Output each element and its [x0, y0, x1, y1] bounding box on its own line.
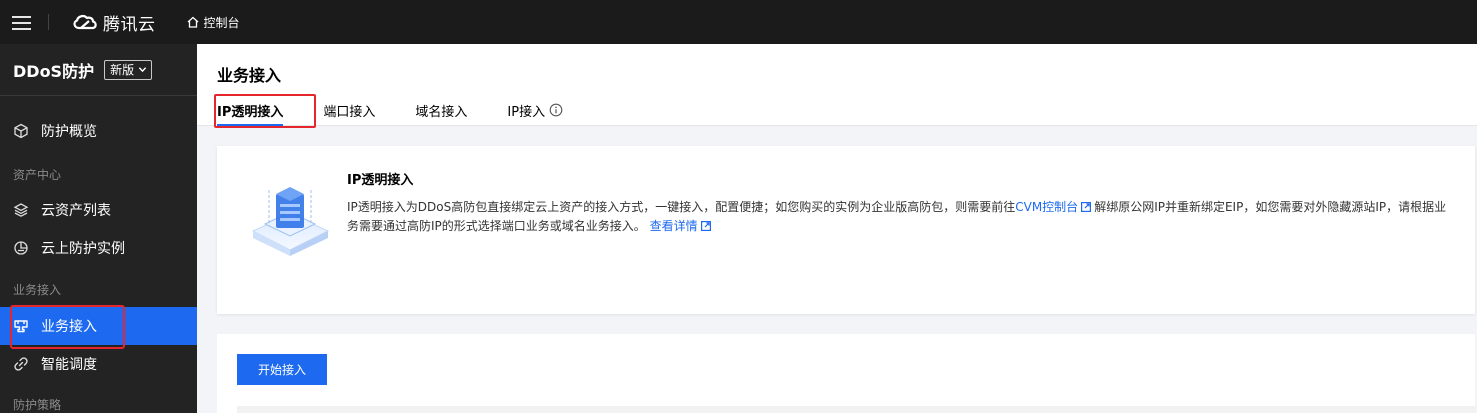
info-icon[interactable] — [549, 103, 563, 117]
plug-icon — [13, 318, 29, 334]
tab-label: IP接入 — [507, 104, 546, 120]
sidebar-item-label: 云资产列表 — [41, 203, 111, 219]
sidebar-header: DDoS防护 新版 — [0, 44, 197, 96]
shield-cloud-icon — [13, 240, 29, 256]
table-header-strip — [237, 406, 1475, 413]
sidebar: DDoS防护 新版 防护概览 资产中心 云资产列表 云上防护实例 业务接入 业务… — [0, 44, 197, 413]
server-illustration-icon — [251, 187, 330, 256]
version-label: 新版 — [110, 63, 135, 77]
sidebar-item-label: 云上防护实例 — [41, 241, 125, 257]
cube-icon — [13, 123, 29, 139]
external-link-icon[interactable] — [1081, 202, 1092, 212]
start-access-button[interactable]: 开始接入 — [237, 354, 327, 385]
tab-label: 域名接入 — [415, 104, 468, 120]
tab-port-access[interactable]: 端口接入 — [323, 94, 375, 126]
link-icon — [13, 356, 29, 372]
tab-bar: IP透明接入 端口接入 域名接入 IP接入 — [217, 94, 603, 126]
sidebar-item-label: 防护概览 — [41, 124, 97, 140]
intro-card: IP透明接入 IP透明接入为DDoS高防包直接绑定云上资产的接入方式，一键接入，… — [217, 146, 1475, 314]
logo[interactable]: 腾讯云 — [71, 10, 156, 35]
tab-ip-transparent[interactable]: IP透明接入 — [217, 94, 284, 126]
intro-desc-text: IP透明接入为DDoS高防包直接绑定云上资产的接入方式，一键接入，配置便捷；如您… — [347, 200, 1016, 214]
console-label: 控制台 — [203, 15, 240, 30]
tencent-cloud-logo-icon — [73, 14, 97, 30]
tab-ip-access[interactable]: IP接入 — [507, 94, 563, 126]
external-link-icon[interactable] — [700, 221, 711, 231]
version-select[interactable]: 新版 — [104, 59, 153, 80]
sidebar-group-assets: 资产中心 — [13, 168, 62, 182]
sidebar-group-access: 业务接入 — [13, 283, 62, 297]
sidebar-item-cloud-assets[interactable]: 云资产列表 — [0, 191, 197, 229]
layers-icon — [13, 202, 29, 218]
sidebar-item-cloud-instances[interactable]: 云上防护实例 — [0, 229, 197, 267]
product-title: DDoS防护 — [13, 61, 95, 81]
intro-title: IP透明接入 — [347, 173, 414, 188]
tab-domain-access[interactable]: 域名接入 — [415, 94, 467, 126]
action-card: 开始接入 — [217, 334, 1475, 413]
logo-text: 腾讯云 — [103, 14, 156, 35]
console-link[interactable]: 控制台 — [186, 14, 240, 31]
intro-description: IP透明接入为DDoS高防包直接绑定云上资产的接入方式，一键接入，配置便捷；如您… — [347, 198, 1447, 236]
top-bar: 腾讯云 控制台 — [0, 0, 1477, 44]
sidebar-item-smart-scheduling[interactable]: 智能调度 — [0, 345, 197, 383]
page-title: 业务接入 — [217, 66, 282, 85]
view-details-link[interactable]: 查看详情 — [650, 219, 698, 233]
sidebar-item-label: 业务接入 — [41, 319, 97, 335]
chevron-down-icon — [138, 67, 147, 73]
main-header: 业务接入 IP透明接入 端口接入 域名接入 IP接入 — [197, 44, 1477, 126]
hamburger-menu-icon[interactable] — [12, 14, 34, 30]
sidebar-item-business-access[interactable]: 业务接入 — [0, 307, 197, 345]
cvm-console-link[interactable]: CVM控制台 — [1015, 200, 1078, 214]
sidebar-item-label: 智能调度 — [41, 357, 97, 373]
tab-label: IP透明接入 — [217, 104, 284, 120]
top-divider — [48, 14, 49, 30]
home-icon — [187, 16, 198, 28]
sidebar-group-policy: 防护策略 — [13, 398, 62, 412]
tab-label: 端口接入 — [323, 104, 376, 120]
sidebar-item-overview[interactable]: 防护概览 — [0, 112, 197, 150]
